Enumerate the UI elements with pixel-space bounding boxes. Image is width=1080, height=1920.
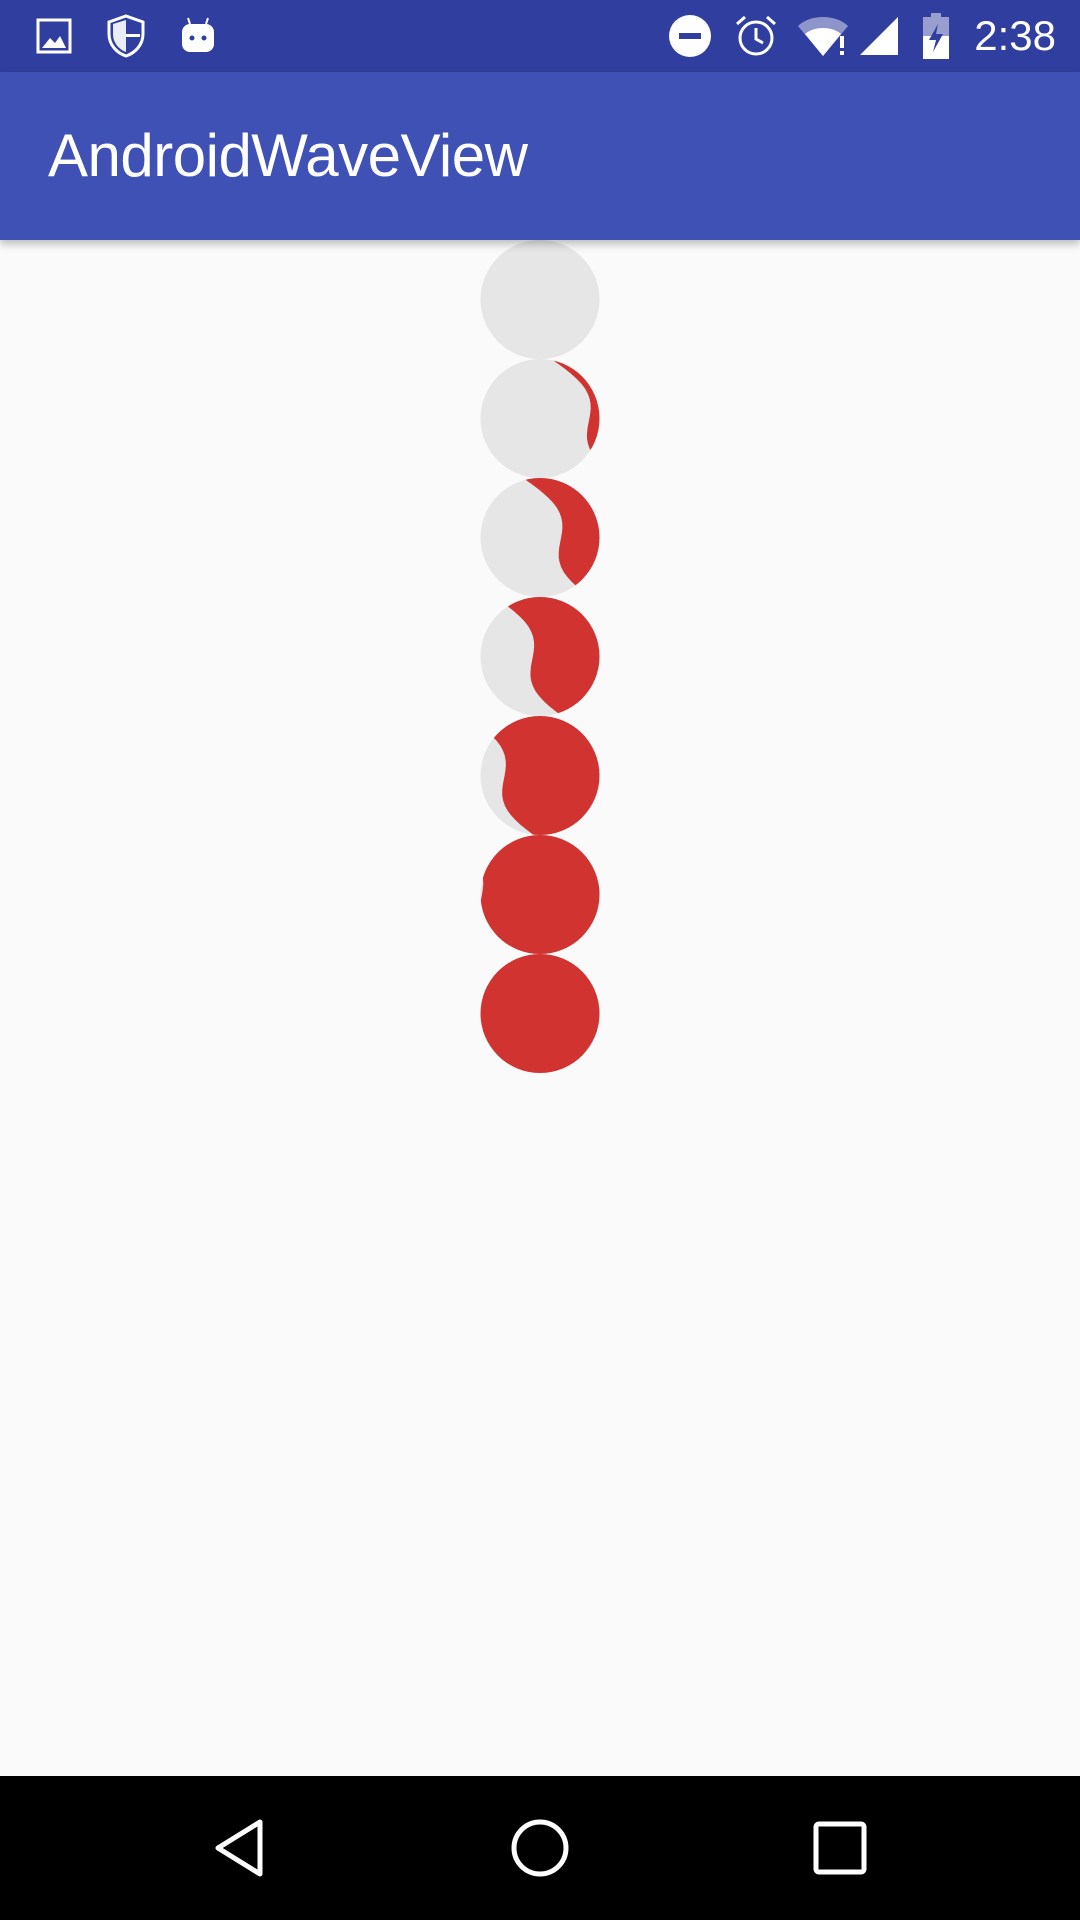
back-icon[interactable] [168,1776,312,1920]
wave-fill [480,835,600,954]
app-bar: AndroidWaveView [0,72,1080,240]
cell-signal-icon [856,0,902,72]
wave-progress-view [480,716,600,835]
wave-progress-view [480,835,600,954]
wave-progress-view [480,478,600,597]
recents-icon[interactable] [768,1776,912,1920]
wifi-alert-icon [794,0,852,72]
alarm-icon [732,0,780,72]
wave-view-list [480,240,600,1073]
clock-time: 2:38 [974,12,1056,59]
status-bar: 2:38 [0,0,1080,72]
home-icon[interactable] [468,1776,612,1920]
wave-fill [480,954,600,1073]
wave-progress-view [480,240,600,359]
wave-progress-view [480,359,600,478]
content-area [0,240,1080,1776]
app-title: AndroidWaveView [48,122,528,189]
wave-progress-view [480,954,600,1073]
shield-icon [104,0,148,72]
do-not-disturb-icon [666,0,714,72]
wave-progress-view [480,597,600,716]
wave-base [480,240,600,359]
battery-charging-icon [916,0,956,72]
image-icon [32,0,76,72]
android-icon [176,0,220,72]
navigation-bar [0,1776,1080,1920]
